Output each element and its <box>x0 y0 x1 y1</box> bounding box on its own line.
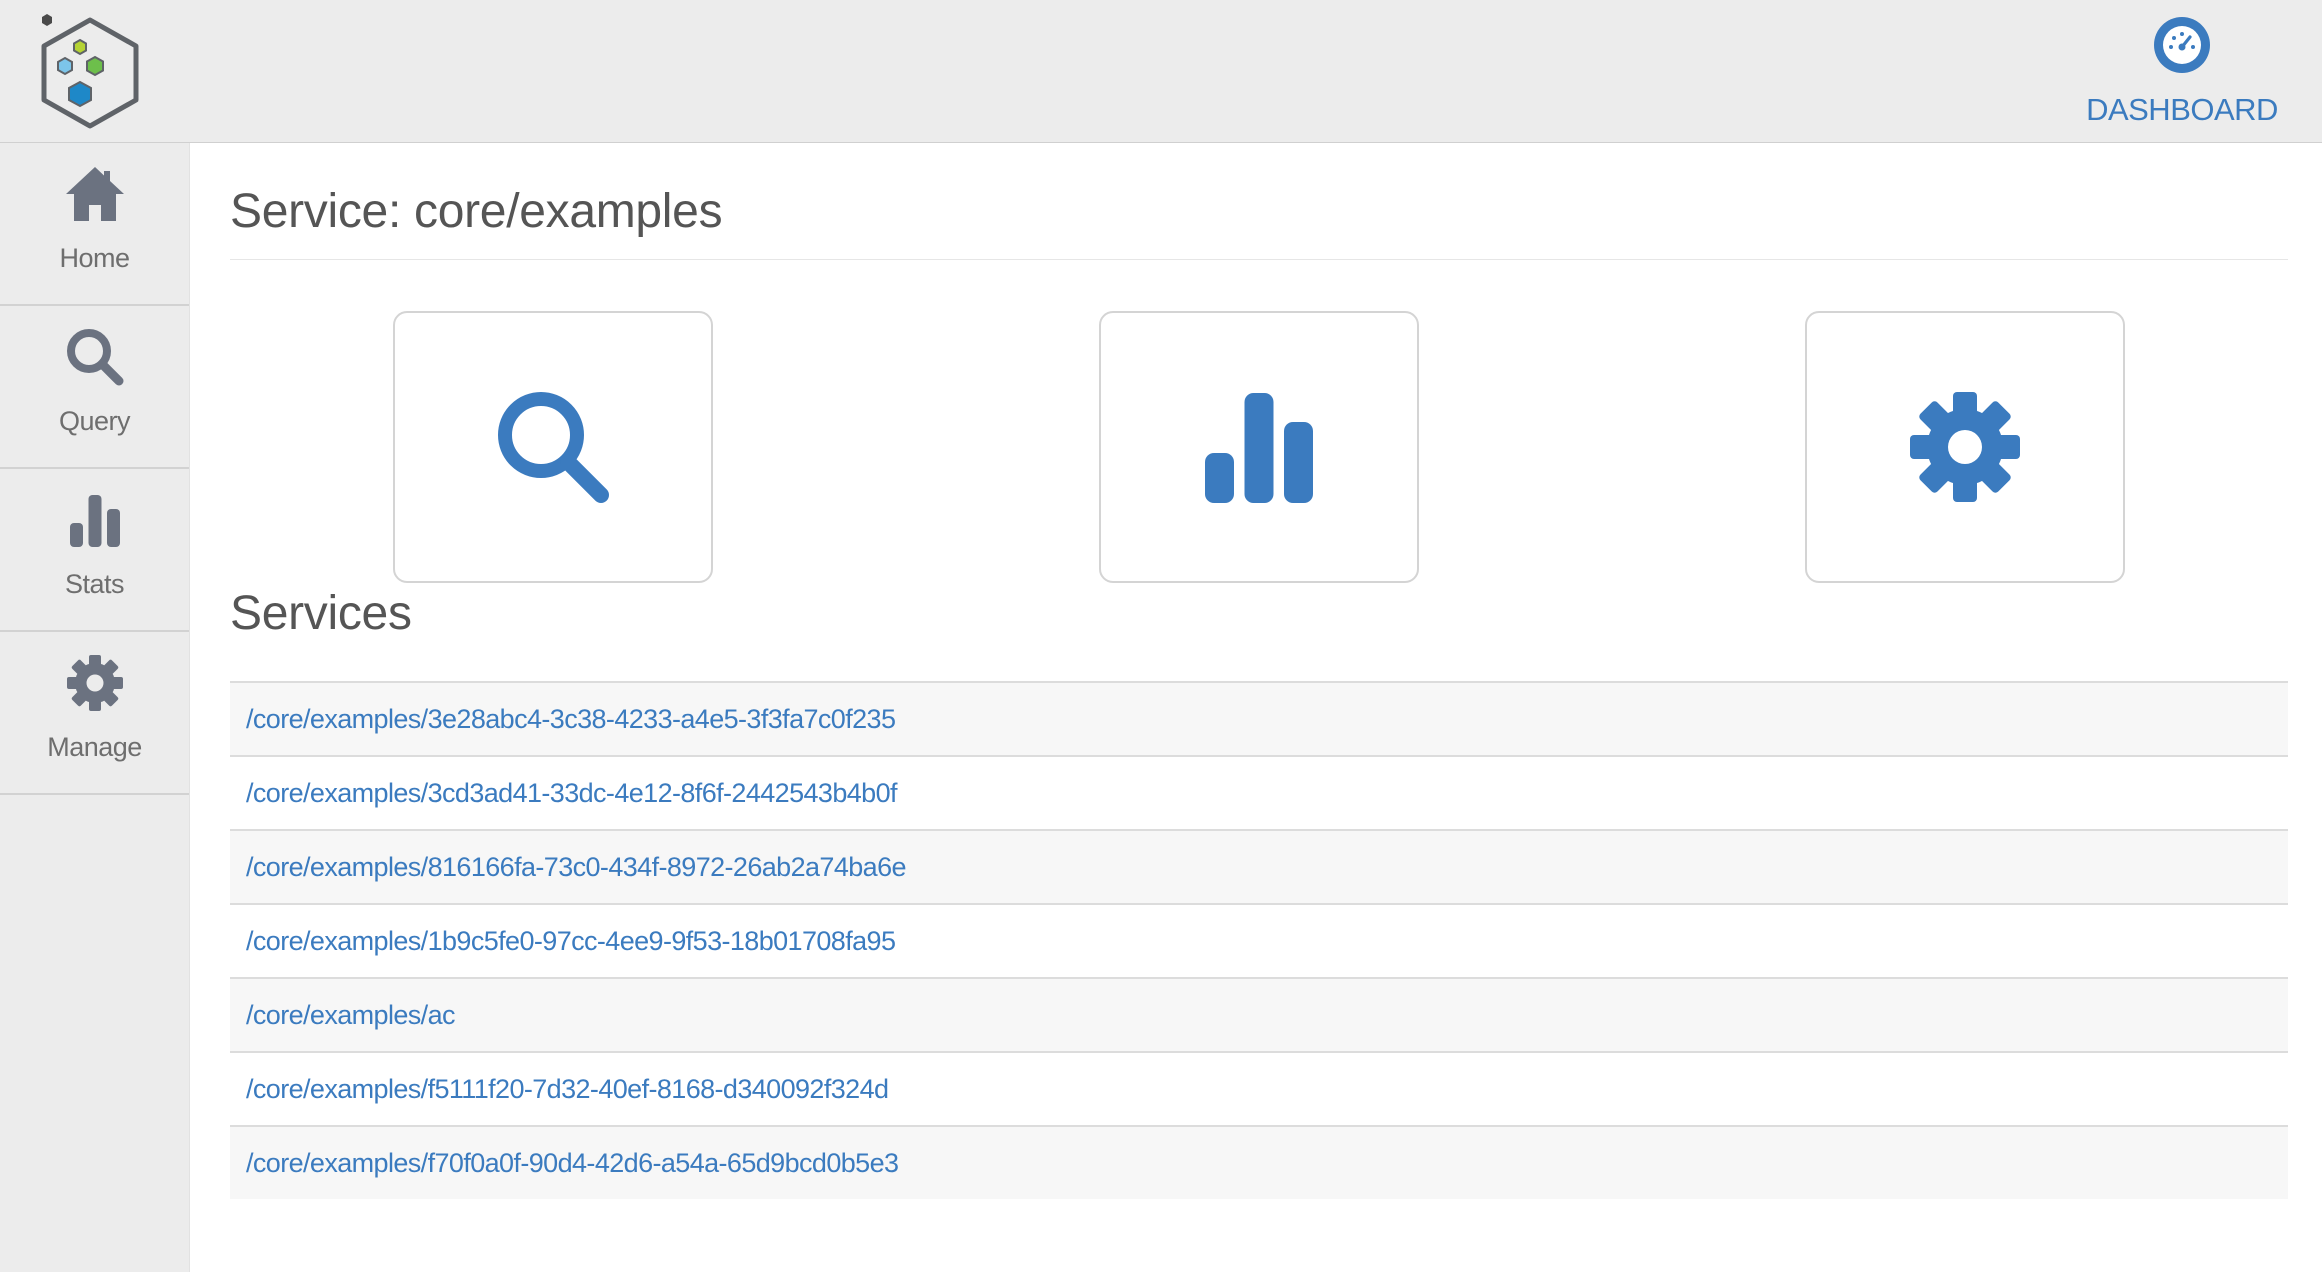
service-link[interactable]: /core/examples/3e28abc4-3c38-4233-a4e5-3… <box>246 704 896 735</box>
home-icon <box>65 167 124 221</box>
sidebar-item-label: Home <box>59 243 130 273</box>
sidebar-item-manage[interactable]: Manage <box>0 652 189 795</box>
dashboard-link[interactable]: DASHBOARD <box>2082 16 2282 136</box>
hexagon-cluster-logo-icon[interactable] <box>36 14 144 132</box>
query-tile-button[interactable] <box>393 311 713 583</box>
services-heading: Services <box>230 587 412 640</box>
list-item: /core/examples/816166fa-73c0-434f-8972-2… <box>230 831 2288 905</box>
sidebar-item-query[interactable]: Query <box>0 326 189 469</box>
sidebar-item-label: Query <box>58 406 131 436</box>
list-item: /core/examples/3cd3ad41-33dc-4e12-8f6f-2… <box>230 757 2288 831</box>
sidebar: Home Query Stats Manage <box>0 143 190 1272</box>
list-item: /core/examples/3e28abc4-3c38-4233-a4e5-3… <box>230 683 2288 757</box>
dashboard-label: DASHBOARD <box>2086 92 2278 127</box>
sidebar-item-label: Stats <box>64 569 125 599</box>
list-item: /core/examples/f5111f20-7d32-40ef-8168-d… <box>230 1053 2288 1127</box>
manage-tile-button[interactable] <box>1805 311 2125 583</box>
bar-chart-icon <box>1205 393 1313 503</box>
top-header: DASHBOARD <box>0 0 2322 143</box>
bar-chart-icon <box>69 495 120 547</box>
main-content: Service: core/examples Services /core/ex… <box>230 143 2288 1199</box>
service-link[interactable]: /core/examples/1b9c5fe0-97cc-4ee9-9f53-1… <box>246 926 896 957</box>
stats-tile-button[interactable] <box>1099 311 1419 583</box>
gauge-icon <box>2154 17 2210 73</box>
search-icon <box>66 329 123 386</box>
service-link[interactable]: /core/examples/f70f0a0f-90d4-42d6-a54a-6… <box>246 1148 899 1179</box>
action-tiles <box>230 260 2288 590</box>
sidebar-item-label: Manage <box>47 732 142 762</box>
service-link[interactable]: /core/examples/816166fa-73c0-434f-8972-2… <box>246 852 907 883</box>
gear-icon <box>66 655 123 711</box>
list-item: /core/examples/1b9c5fe0-97cc-4ee9-9f53-1… <box>230 905 2288 979</box>
service-link[interactable]: /core/examples/3cd3ad41-33dc-4e12-8f6f-2… <box>246 778 897 809</box>
list-item: /core/examples/f70f0a0f-90d4-42d6-a54a-6… <box>230 1127 2288 1199</box>
list-item: /core/examples/ac <box>230 979 2288 1053</box>
sidebar-item-stats[interactable]: Stats <box>0 489 189 632</box>
service-link[interactable]: /core/examples/f5111f20-7d32-40ef-8168-d… <box>246 1074 889 1105</box>
services-list: /core/examples/3e28abc4-3c38-4233-a4e5-3… <box>230 681 2288 1199</box>
gear-icon <box>1910 392 2020 502</box>
sidebar-item-home[interactable]: Home <box>0 163 189 306</box>
page-title: Service: core/examples <box>230 143 2288 260</box>
search-icon <box>498 392 609 503</box>
service-link[interactable]: /core/examples/ac <box>246 1000 456 1031</box>
